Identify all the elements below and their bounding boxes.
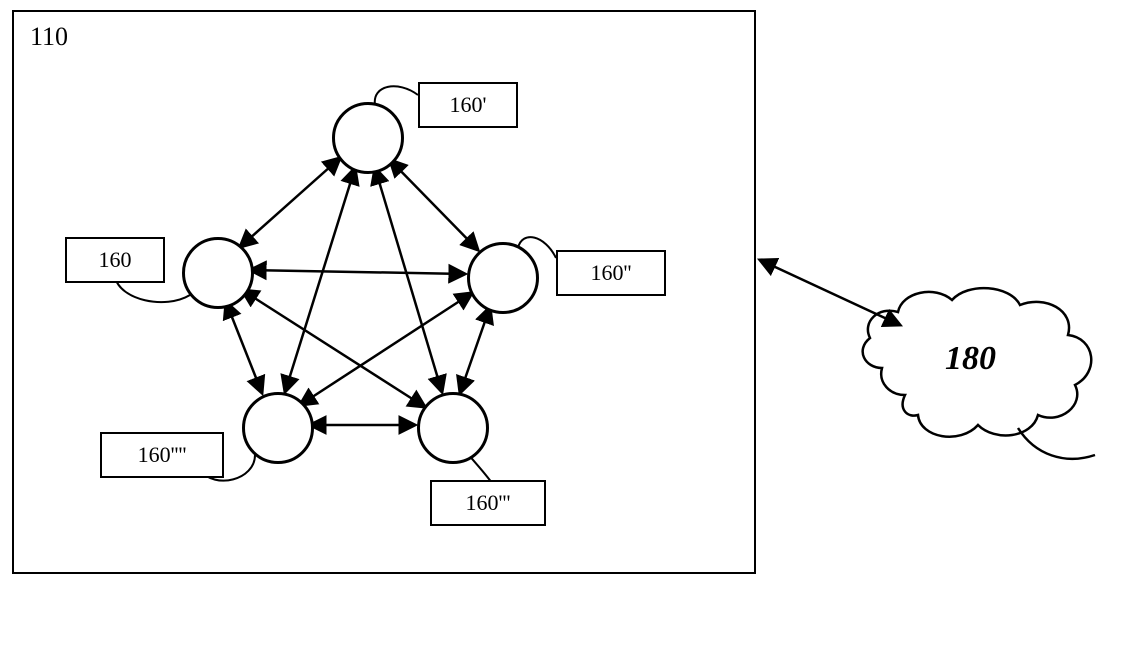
cloud-label: 180 <box>945 340 996 378</box>
node-bottom-right <box>417 392 489 464</box>
diagram-canvas: 110 <box>0 0 1138 655</box>
node-top <box>332 102 404 174</box>
label-left: 160 <box>65 237 165 283</box>
label-bottom-right: 160''' <box>430 480 546 526</box>
node-right <box>467 242 539 314</box>
label-right: 160'' <box>556 250 666 296</box>
label-bottom-left: 160'''' <box>100 432 224 478</box>
node-bottom-left <box>242 392 314 464</box>
label-top: 160' <box>418 82 518 128</box>
container-ref-label: 110 <box>30 22 68 52</box>
node-left <box>182 237 254 309</box>
